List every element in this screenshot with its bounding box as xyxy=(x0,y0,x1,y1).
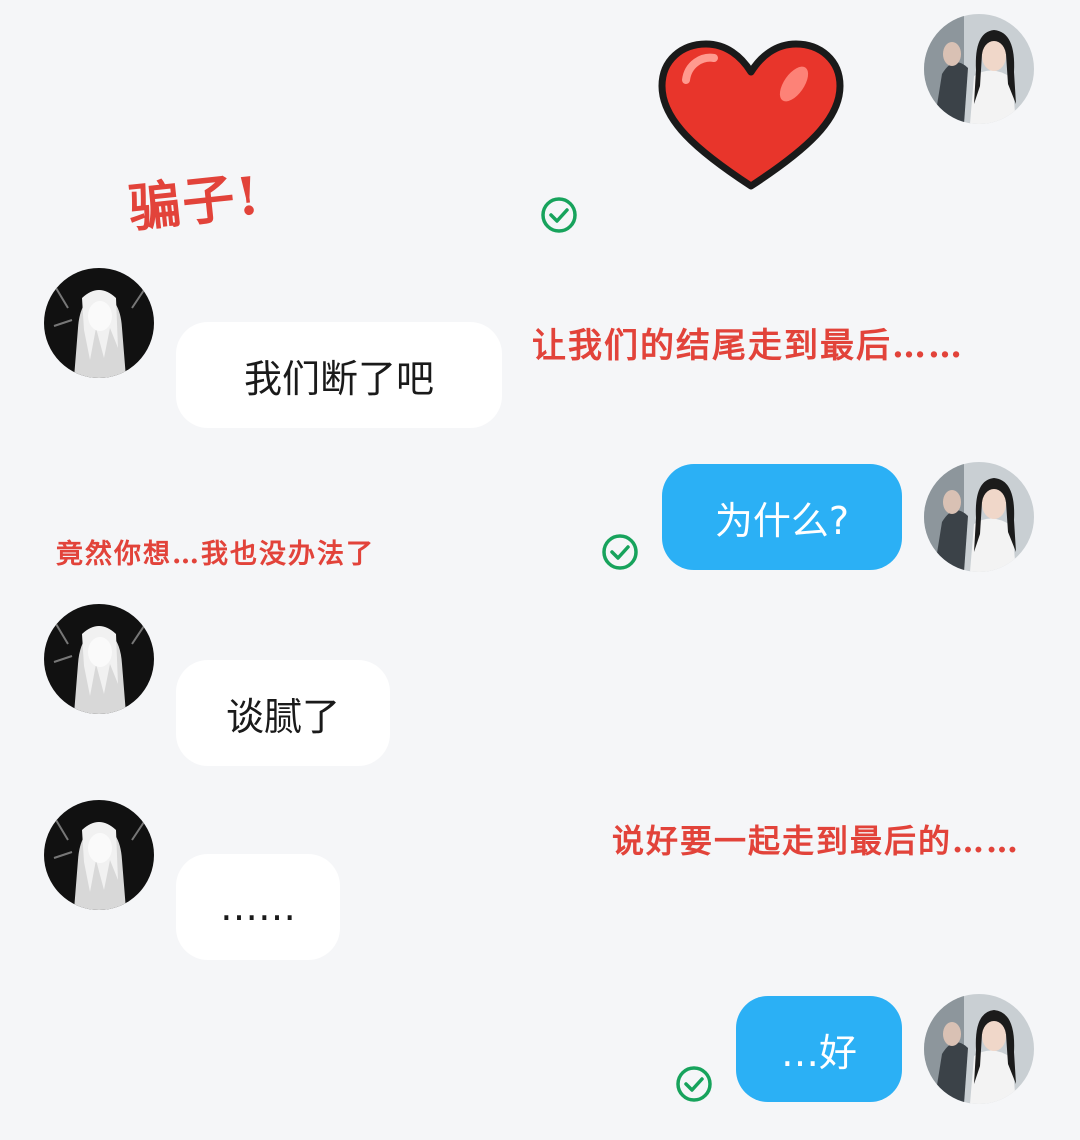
overlay-caption-promised: 说好要一起走到最后的…… xyxy=(612,822,1021,860)
message-bubble-outgoing[interactable]: 为什么? xyxy=(662,464,902,570)
sent-check-icon xyxy=(674,1064,714,1104)
message-bubble-incoming[interactable]: 我们断了吧 xyxy=(176,322,502,428)
overlay-caption-liar: 骗子! xyxy=(125,165,265,240)
message-bubble-outgoing[interactable]: …好 xyxy=(736,996,902,1102)
other-avatar[interactable] xyxy=(44,268,154,378)
self-avatar[interactable] xyxy=(924,994,1034,1104)
sent-check-icon xyxy=(600,532,640,572)
message-bubble-incoming[interactable]: …… xyxy=(176,854,340,960)
overlay-caption-let-end: 让我们的结尾走到最后…… xyxy=(532,326,964,366)
other-avatar[interactable] xyxy=(44,800,154,910)
message-bubble-incoming[interactable]: 谈腻了 xyxy=(176,660,390,766)
self-avatar[interactable] xyxy=(924,14,1034,124)
sent-check-icon xyxy=(539,195,579,235)
overlay-caption-since-you-want: 竟然你想…我也没办法了 xyxy=(56,539,375,570)
other-avatar[interactable] xyxy=(44,604,154,714)
self-avatar[interactable] xyxy=(924,462,1034,572)
heart-sticker-icon[interactable] xyxy=(656,40,846,190)
